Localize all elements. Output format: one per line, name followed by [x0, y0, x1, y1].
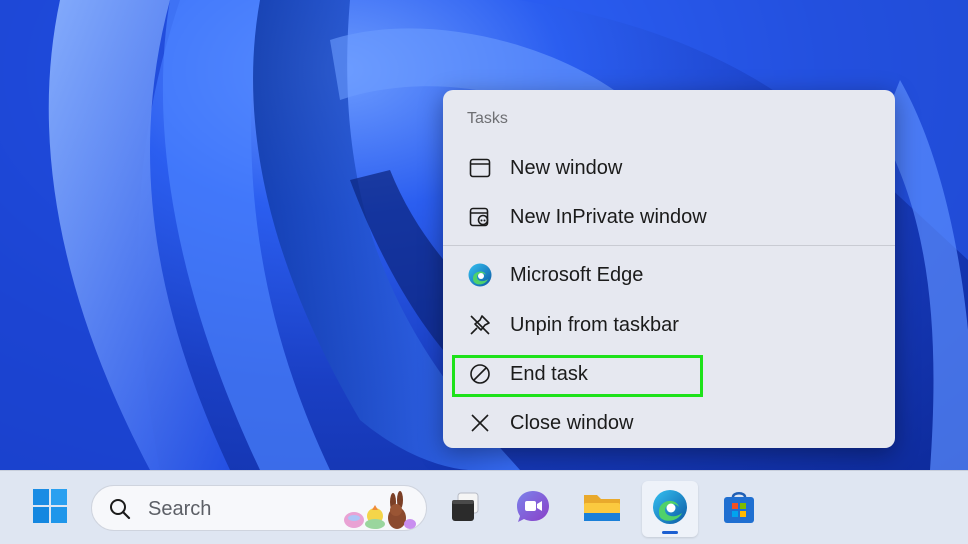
- menu-item-new-window[interactable]: New window: [451, 146, 887, 190]
- menu-divider: [443, 245, 895, 246]
- start-button[interactable]: [30, 488, 70, 529]
- teams-chat-icon: [513, 487, 553, 532]
- active-app-indicator: [662, 531, 678, 534]
- taskbar-app-file-explorer[interactable]: [574, 481, 630, 537]
- edge-icon: [650, 487, 690, 532]
- window-icon: [467, 155, 493, 181]
- microsoft-store-icon: [719, 487, 759, 532]
- taskbar-app-microsoft-edge[interactable]: [642, 481, 698, 537]
- taskbar-app-teams-chat[interactable]: [505, 481, 561, 537]
- edge-icon: [467, 262, 493, 288]
- section-title-tasks: Tasks: [467, 110, 508, 127]
- unpin-icon: [467, 312, 493, 338]
- search-box[interactable]: Search: [91, 485, 427, 531]
- windows-logo-icon: [32, 488, 68, 529]
- menu-item-close-window[interactable]: Close window: [451, 401, 887, 445]
- close-icon: [467, 410, 493, 436]
- taskbar: Search: [0, 470, 968, 544]
- menu-item-label: Microsoft Edge: [510, 263, 644, 286]
- task-view-icon: [445, 487, 485, 532]
- menu-item-label: New window: [510, 156, 623, 179]
- taskbar-app-microsoft-store[interactable]: [711, 481, 767, 537]
- search-icon: [108, 497, 132, 526]
- menu-item-new-inprivate-window[interactable]: New InPrivate window: [451, 195, 887, 239]
- taskbar-app-task-view[interactable]: [437, 481, 493, 537]
- inprivate-window-icon: [467, 204, 493, 230]
- menu-item-label: Close window: [510, 411, 634, 434]
- menu-item-unpin-from-taskbar[interactable]: Unpin from taskbar: [451, 303, 887, 347]
- file-explorer-icon: [581, 487, 623, 532]
- search-placeholder: Search: [148, 498, 212, 520]
- menu-item-label: Unpin from taskbar: [510, 313, 679, 336]
- easter-decoration-icon: [342, 488, 418, 535]
- menu-item-label: New InPrivate window: [510, 205, 707, 228]
- menu-item-microsoft-edge[interactable]: Microsoft Edge: [451, 253, 887, 297]
- end-task-highlight-box: [452, 355, 703, 397]
